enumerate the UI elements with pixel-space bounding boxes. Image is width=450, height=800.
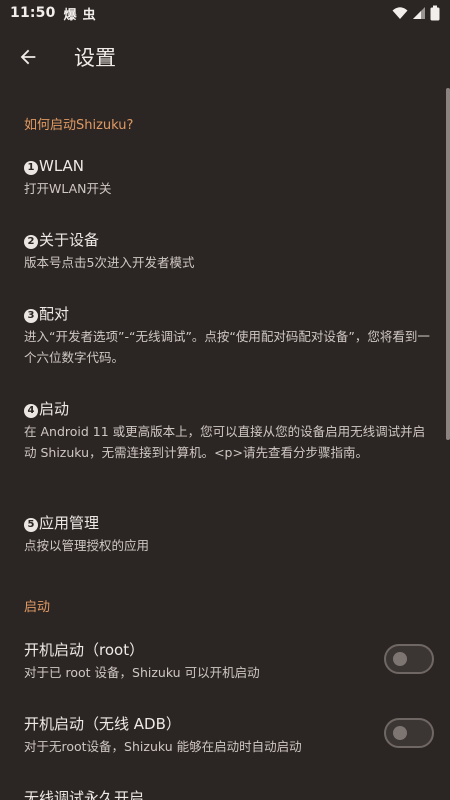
pref-title: 1 WLAN bbox=[24, 156, 450, 176]
signal-icon bbox=[413, 7, 425, 19]
pref-summary: 打开WLAN开关 bbox=[24, 181, 112, 196]
status-right bbox=[392, 5, 440, 21]
pref-title: 4 启动 bbox=[24, 399, 450, 419]
pref-title: 5 应用管理 bbox=[24, 513, 450, 533]
number-badge-icon: 1 bbox=[24, 161, 38, 175]
pref-wireless-debug-permanent[interactable]: 无线调试永久开启 bbox=[0, 788, 450, 800]
pref-summary: 点按以管理授权的应用 bbox=[24, 538, 150, 553]
pref-summary: 版本号点击5次进入开发者模式 bbox=[24, 255, 195, 270]
pref-app-management[interactable]: 5 应用管理 点按以管理授权的应用 bbox=[0, 513, 450, 556]
pref-summary: 在 Android 11 或更高版本上，您可以直接从您的设备启用无线调试并启动 … bbox=[24, 424, 426, 460]
battery-icon bbox=[430, 5, 440, 21]
boot-root-switch[interactable] bbox=[384, 644, 434, 674]
pref-title: 2 关于设备 bbox=[24, 230, 450, 250]
number-badge-icon: 3 bbox=[24, 309, 38, 323]
switch-thumb bbox=[393, 652, 407, 666]
pref-pairing[interactable]: 3 配对 进入“开发者选项”-“无线调试”。点按“使用配对码配对设备”，您将看到一… bbox=[0, 304, 450, 368]
toolbar: 设置 bbox=[0, 26, 450, 88]
pref-wlan[interactable]: 1 WLAN 打开WLAN开关 bbox=[0, 156, 450, 199]
pref-boot-root[interactable]: 开机启动（root） 对于已 root 设备，Shizuku 可以开机启动 bbox=[0, 640, 450, 683]
number-badge-icon: 2 bbox=[24, 235, 38, 249]
pref-title: 3 配对 bbox=[24, 304, 450, 324]
notification-app-icon: 爆 bbox=[63, 7, 77, 23]
number-badge-icon: 4 bbox=[24, 404, 38, 418]
switch-thumb bbox=[393, 726, 407, 740]
page-title: 设置 bbox=[74, 46, 116, 70]
notification-icons: 爆 虫 bbox=[64, 4, 96, 23]
settings-list[interactable]: 如何启动Shizuku? 1 WLAN 打开WLAN开关 2 关于设备 版本号点击5… bbox=[0, 88, 450, 800]
pref-summary: 对于已 root 设备，Shizuku 可以开机启动 bbox=[24, 665, 260, 680]
pref-summary: 对于无root设备，Shizuku 能够在启动时自动启动 bbox=[24, 739, 302, 754]
section-header-startup: 启动 bbox=[24, 600, 51, 615]
scrollbar[interactable] bbox=[446, 88, 450, 440]
back-button[interactable] bbox=[0, 29, 56, 85]
number-badge-icon: 5 bbox=[24, 518, 38, 532]
pref-start[interactable]: 4 启动 在 Android 11 或更高版本上，您可以直接从您的设备启用无线调试… bbox=[0, 399, 450, 463]
arrow-left-icon bbox=[20, 49, 36, 65]
pref-title: 无线调试永久开启 bbox=[24, 789, 145, 800]
status-bar: 11:50 爆 虫 bbox=[0, 0, 450, 26]
wifi-icon bbox=[392, 7, 408, 19]
section-header-start-guide: 如何启动Shizuku? bbox=[24, 118, 134, 133]
pref-boot-wireless-adb[interactable]: 开机启动（无线 ADB） 对于无root设备，Shizuku 能够在启动时自动启… bbox=[0, 714, 450, 757]
boot-wireless-adb-switch[interactable] bbox=[384, 718, 434, 748]
notification-bug-icon: 虫 bbox=[82, 7, 96, 23]
status-time: 11:50 bbox=[10, 5, 56, 21]
pref-summary: 进入“开发者选项”-“无线调试”。点按“使用配对码配对设备”，您将看到一个六位数… bbox=[24, 329, 430, 365]
pref-about-device[interactable]: 2 关于设备 版本号点击5次进入开发者模式 bbox=[0, 230, 450, 273]
